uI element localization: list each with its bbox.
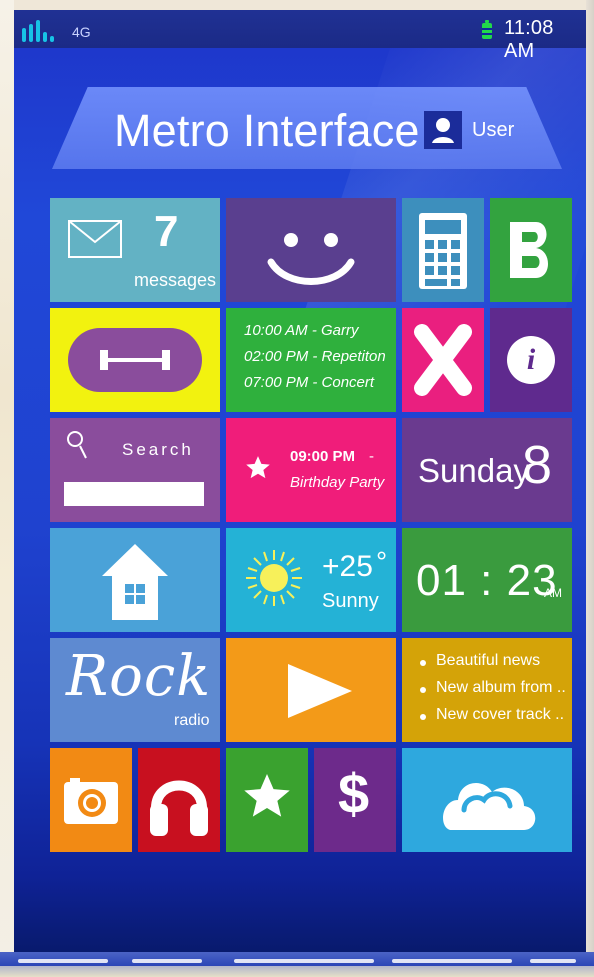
favorites-tile[interactable] (226, 748, 308, 852)
play-tile[interactable] (226, 638, 396, 742)
weather-unit: ° (376, 546, 388, 577)
finance-tile[interactable]: $ (314, 748, 396, 852)
date-tile[interactable]: Sunday 8 (402, 418, 572, 522)
weather-condition: Sunny (322, 590, 379, 612)
news-tile[interactable]: Beautiful news New album from .. New cov… (402, 638, 572, 742)
mail-icon (68, 220, 122, 258)
strip-highlight (530, 959, 576, 963)
strip-highlight (392, 959, 512, 963)
user-label[interactable]: User (472, 119, 514, 142)
home-tile[interactable] (50, 528, 220, 632)
messages-count: 7 (154, 207, 179, 256)
news-item-3: New cover track .. (436, 706, 565, 723)
battery-icon (482, 20, 492, 39)
status-time: 11:08 AM (504, 17, 554, 62)
bottom-border-strip (0, 952, 594, 977)
search-input[interactable] (64, 482, 204, 506)
schedule-item-3: 07:00 PM - Concert (244, 374, 375, 391)
messages-tile[interactable]: 7 messages (50, 198, 220, 302)
home-icon (102, 544, 168, 620)
event-title: Birthday Party (290, 474, 385, 491)
camera-tile[interactable] (50, 748, 132, 852)
messages-label: messages (134, 270, 217, 290)
play-icon (288, 664, 352, 718)
news-item-2: New album from .. (436, 679, 566, 696)
status-bar: 4G 11:08 AM (14, 10, 586, 62)
radio-genre: Rock (66, 644, 212, 709)
schedule-item-2: 02:00 PM - Repetiton (244, 348, 386, 365)
sun-icon (246, 550, 302, 606)
radio-label: radio (174, 712, 210, 729)
search-tile[interactable]: Search (50, 418, 220, 522)
event-separator: - (369, 448, 374, 465)
fitness-tile[interactable] (50, 308, 220, 412)
event-tile[interactable]: 09:00 PM - Birthday Party (226, 418, 396, 522)
poster-right-edge (586, 0, 594, 977)
dollar-icon: $ (338, 762, 370, 825)
bold-b-icon (510, 222, 548, 278)
star-icon (246, 456, 270, 479)
network-type: 4G (72, 24, 91, 40)
weather-temp: +25 (322, 550, 373, 583)
clock-tile[interactable]: 01 : 23 AM (402, 528, 572, 632)
phone-screen: 4G 11:08 AM Metro Interface User 7 messa… (14, 10, 586, 952)
clock-time: 01 : 23 (416, 556, 558, 605)
dumbbell-icon (100, 350, 170, 370)
calculator-icon (419, 213, 467, 289)
info-tile[interactable]: i (490, 308, 572, 412)
strip-highlight (18, 959, 108, 963)
camera-icon (64, 778, 118, 824)
radio-tile[interactable]: Rock radio (50, 638, 220, 742)
headphones-icon (150, 780, 208, 836)
signal-icon (22, 20, 66, 42)
user-avatar-icon[interactable] (424, 111, 462, 149)
clock-ampm: AM (544, 586, 562, 600)
news-bullet (420, 714, 426, 720)
strip-highlight (132, 959, 202, 963)
event-time: 09:00 PM (290, 448, 356, 465)
star-icon (244, 774, 290, 817)
date-day: Sunday (418, 452, 530, 489)
schedule-item-1: 10:00 AM - Garry (244, 322, 359, 339)
smiley-icon (267, 233, 355, 285)
x-icon (414, 324, 472, 396)
news-item-1: Beautiful news (436, 652, 541, 669)
bold-tile[interactable] (490, 198, 572, 302)
schedule-tile[interactable]: 10:00 AM - Garry 02:00 PM - Repetiton 07… (226, 308, 396, 412)
cloud-tile[interactable] (402, 748, 572, 852)
info-icon: i (507, 336, 555, 384)
calculator-tile[interactable] (402, 198, 484, 302)
search-icon (67, 431, 87, 459)
headphones-tile[interactable] (138, 748, 220, 852)
date-number: 8 (522, 435, 553, 495)
person-icon (432, 118, 454, 143)
search-label: Search (122, 440, 194, 459)
close-tile[interactable] (402, 308, 484, 412)
news-bullet (420, 660, 426, 666)
poster-left-edge (0, 0, 14, 977)
strip-highlight (234, 959, 374, 963)
smiley-tile[interactable] (226, 198, 396, 302)
news-bullet (420, 687, 426, 693)
page-title: Metro Interface (114, 105, 420, 156)
cloud-icon (443, 782, 536, 830)
weather-tile[interactable]: +25 ° Sunny (226, 528, 396, 632)
